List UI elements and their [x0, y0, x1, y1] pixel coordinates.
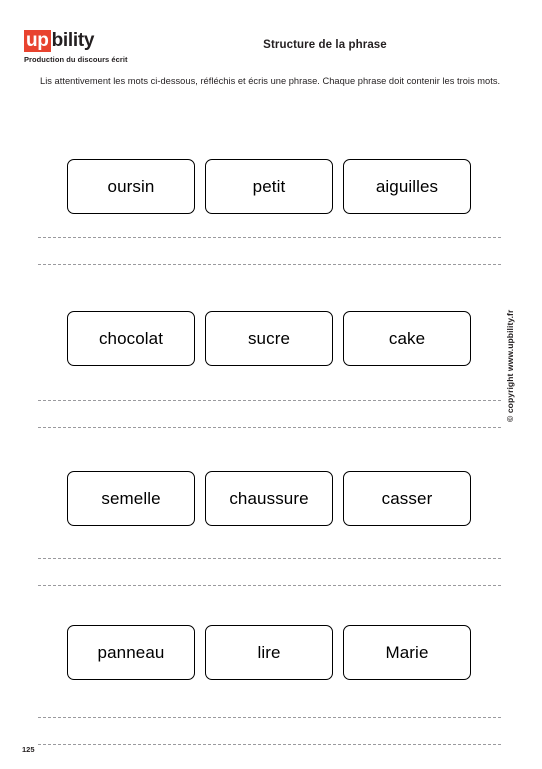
- word-box: sucre: [205, 311, 333, 366]
- word-box: aiguilles: [343, 159, 471, 214]
- word-row-3: semelle chaussure casser: [67, 471, 472, 526]
- logo-bility-text: bility: [51, 30, 95, 51]
- page-number: 125: [22, 745, 35, 754]
- answer-line[interactable]: [38, 237, 501, 238]
- word-box: semelle: [67, 471, 195, 526]
- word-box: casser: [343, 471, 471, 526]
- word-box: lire: [205, 625, 333, 680]
- answer-lines-3[interactable]: [38, 558, 501, 586]
- answer-line[interactable]: [38, 743, 501, 745]
- word-row-1: oursin petit aiguilles: [67, 159, 472, 214]
- word-row-4: panneau lire Marie: [67, 625, 472, 680]
- answer-line[interactable]: [38, 717, 501, 718]
- answer-line[interactable]: [38, 263, 501, 265]
- answer-line[interactable]: [38, 584, 501, 586]
- word-box: Marie: [343, 625, 471, 680]
- page-title: Structure de la phrase: [263, 39, 387, 51]
- answer-lines-4[interactable]: [38, 717, 501, 745]
- answer-line[interactable]: [38, 558, 501, 559]
- answer-lines-2[interactable]: [38, 400, 501, 428]
- page-header: up bility Production du discours écrit St…: [0, 0, 542, 72]
- word-box: panneau: [67, 625, 195, 680]
- word-box: chocolat: [67, 311, 195, 366]
- word-box: cake: [343, 311, 471, 366]
- word-box: petit: [205, 159, 333, 214]
- answer-lines-1[interactable]: [38, 237, 501, 265]
- answer-line[interactable]: [38, 400, 501, 401]
- word-row-2: chocolat sucre cake: [67, 311, 472, 366]
- logo-tagline: Production du discours écrit: [24, 55, 128, 64]
- word-box: oursin: [67, 159, 195, 214]
- instructions-text: Lis attentivement les mots ci-dessous, r…: [40, 76, 501, 86]
- logo-up-badge: up: [24, 30, 51, 52]
- word-box: chaussure: [205, 471, 333, 526]
- copyright-notice: © copyright www.upbility.fr: [505, 309, 515, 422]
- answer-line[interactable]: [38, 426, 501, 428]
